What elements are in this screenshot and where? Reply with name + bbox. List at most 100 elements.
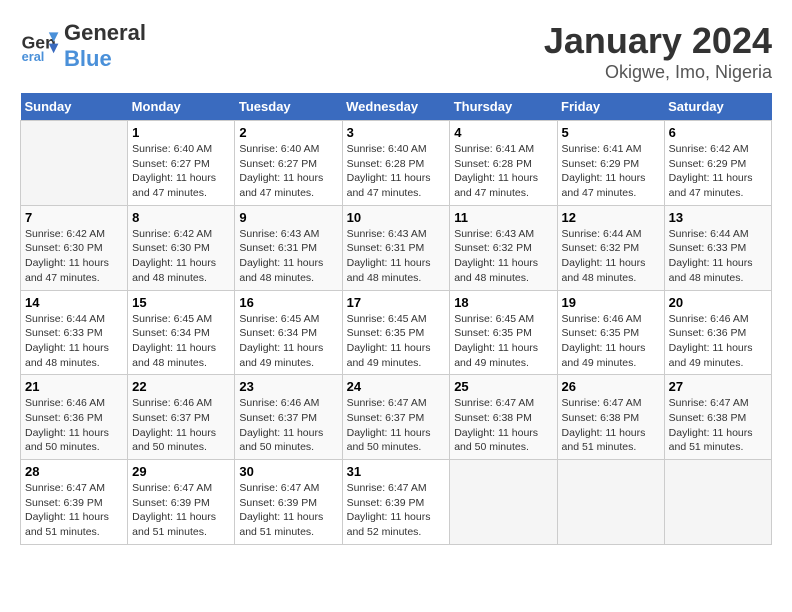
day-number: 2	[239, 125, 337, 140]
day-cell: 17 Sunrise: 6:45 AMSunset: 6:35 PMDayligh…	[342, 290, 450, 375]
calendar-header-row: SundayMondayTuesdayWednesdayThursdayFrid…	[21, 93, 772, 121]
day-number: 20	[669, 295, 767, 310]
day-cell: 15 Sunrise: 6:45 AMSunset: 6:34 PMDayligh…	[128, 290, 235, 375]
day-number: 11	[454, 210, 552, 225]
header-saturday: Saturday	[664, 93, 771, 121]
day-info: Sunrise: 6:46 AMSunset: 6:36 PMDaylight:…	[25, 396, 123, 455]
day-info: Sunrise: 6:43 AMSunset: 6:32 PMDaylight:…	[454, 227, 552, 286]
day-cell: 20Sunrise: 6:46 AMSunset: 6:36 PMDayligh…	[664, 290, 771, 375]
day-info: Sunrise: 6:40 AMSunset: 6:28 PMDaylight:…	[347, 142, 446, 201]
day-info: Sunrise: 6:46 AMSunset: 6:37 PMDaylight:…	[132, 396, 230, 455]
day-cell: 28 Sunrise: 6:47 AMSunset: 6:39 PMDayligh…	[21, 460, 128, 545]
day-number: 8	[132, 210, 230, 225]
day-number: 28	[25, 464, 123, 479]
day-number: 10	[347, 210, 446, 225]
day-info: Sunrise: 6:47 AMSunset: 6:37 PMDaylight:…	[347, 396, 446, 455]
header-thursday: Thursday	[450, 93, 557, 121]
svg-text:eral: eral	[22, 49, 45, 64]
day-info: Sunrise: 6:47 AMSunset: 6:39 PMDaylight:…	[25, 481, 123, 540]
day-cell: 18Sunrise: 6:45 AMSunset: 6:35 PMDayligh…	[450, 290, 557, 375]
day-cell: 30 Sunrise: 6:47 AMSunset: 6:39 PMDayligh…	[235, 460, 342, 545]
day-number: 14	[25, 295, 123, 310]
day-cell: 12 Sunrise: 6:44 AMSunset: 6:32 PMDayligh…	[557, 205, 664, 290]
day-cell	[664, 460, 771, 545]
day-number: 16	[239, 295, 337, 310]
day-cell: 19 Sunrise: 6:46 AMSunset: 6:35 PMDayligh…	[557, 290, 664, 375]
day-number: 15	[132, 295, 230, 310]
day-cell: 13 Sunrise: 6:44 AMSunset: 6:33 PMDayligh…	[664, 205, 771, 290]
day-cell: 11 Sunrise: 6:43 AMSunset: 6:32 PMDayligh…	[450, 205, 557, 290]
week-row-2: 7 Sunrise: 6:42 AMSunset: 6:30 PMDaylight…	[21, 205, 772, 290]
day-number: 9	[239, 210, 337, 225]
day-number: 22	[132, 379, 230, 394]
week-row-5: 28 Sunrise: 6:47 AMSunset: 6:39 PMDayligh…	[21, 460, 772, 545]
week-row-4: 21 Sunrise: 6:46 AMSunset: 6:36 PMDayligh…	[21, 375, 772, 460]
day-cell: 16 Sunrise: 6:45 AMSunset: 6:34 PMDayligh…	[235, 290, 342, 375]
day-cell: 1Sunrise: 6:40 AMSunset: 6:27 PMDaylight…	[128, 121, 235, 206]
title-area: January 2024 Okigwe, Imo, Nigeria	[544, 20, 772, 83]
day-cell: 27Sunrise: 6:47 AMSunset: 6:38 PMDayligh…	[664, 375, 771, 460]
day-info: Sunrise: 6:47 AMSunset: 6:38 PMDaylight:…	[562, 396, 660, 455]
page-title: January 2024	[544, 20, 772, 62]
day-number: 25	[454, 379, 552, 394]
day-cell: 22 Sunrise: 6:46 AMSunset: 6:37 PMDayligh…	[128, 375, 235, 460]
day-number: 4	[454, 125, 552, 140]
header-sunday: Sunday	[21, 93, 128, 121]
day-number: 21	[25, 379, 123, 394]
day-cell: 24 Sunrise: 6:47 AMSunset: 6:37 PMDayligh…	[342, 375, 450, 460]
week-row-1: 1 Sunrise: 6:40 AMSunset: 6:27 PMDaylight…	[21, 121, 772, 206]
day-number: 26	[562, 379, 660, 394]
day-number: 24	[347, 379, 446, 394]
day-info: Sunrise: 6:43 AMSunset: 6:31 PMDaylight:…	[239, 227, 337, 286]
day-info: Sunrise: 6:44 AMSunset: 6:32 PMDaylight:…	[562, 227, 660, 286]
day-info: Sunrise: 6:42 AMSunset: 6:30 PMDaylight:…	[25, 227, 123, 286]
day-info: Sunrise: 6:41 AMSunset: 6:29 PMDaylight:…	[562, 142, 660, 201]
day-info: Sunrise: 6:42 AMSunset: 6:30 PMDaylight:…	[132, 227, 230, 286]
day-cell: 3 Sunrise: 6:40 AMSunset: 6:28 PMDaylight…	[342, 121, 450, 206]
day-info: Sunrise: 6:40 AMSunset: 6:27 PMDaylight:…	[239, 142, 337, 201]
day-number: 3	[347, 125, 446, 140]
day-info: Sunrise: 6:44 AMSunset: 6:33 PMDaylight:…	[669, 227, 767, 286]
day-number: 12	[562, 210, 660, 225]
day-info: Sunrise: 6:41 AMSunset: 6:28 PMDaylight:…	[454, 142, 552, 201]
day-cell: 25 Sunrise: 6:47 AMSunset: 6:38 PMDayligh…	[450, 375, 557, 460]
logo: Gen eral General Blue	[20, 20, 146, 72]
day-number: 19	[562, 295, 660, 310]
day-cell	[557, 460, 664, 545]
day-cell: 10Sunrise: 6:43 AMSunset: 6:31 PMDayligh…	[342, 205, 450, 290]
day-info: Sunrise: 6:47 AMSunset: 6:38 PMDaylight:…	[454, 396, 552, 455]
day-cell: 9 Sunrise: 6:43 AMSunset: 6:31 PMDaylight…	[235, 205, 342, 290]
day-info: Sunrise: 6:45 AMSunset: 6:34 PMDaylight:…	[239, 312, 337, 371]
header-tuesday: Tuesday	[235, 93, 342, 121]
day-cell: 7 Sunrise: 6:42 AMSunset: 6:30 PMDaylight…	[21, 205, 128, 290]
day-number: 7	[25, 210, 123, 225]
day-info: Sunrise: 6:47 AMSunset: 6:39 PMDaylight:…	[239, 481, 337, 540]
day-info: Sunrise: 6:47 AMSunset: 6:39 PMDaylight:…	[132, 481, 230, 540]
day-cell: 5 Sunrise: 6:41 AMSunset: 6:29 PMDaylight…	[557, 121, 664, 206]
logo-icon: Gen eral	[20, 26, 60, 66]
day-info: Sunrise: 6:45 AMSunset: 6:34 PMDaylight:…	[132, 312, 230, 371]
logo-name-line2: Blue	[64, 46, 146, 72]
day-cell: 8 Sunrise: 6:42 AMSunset: 6:30 PMDaylight…	[128, 205, 235, 290]
day-cell: 29 Sunrise: 6:47 AMSunset: 6:39 PMDayligh…	[128, 460, 235, 545]
day-number: 31	[347, 464, 446, 479]
day-info: Sunrise: 6:46 AMSunset: 6:35 PMDaylight:…	[562, 312, 660, 371]
day-cell: 2 Sunrise: 6:40 AMSunset: 6:27 PMDaylight…	[235, 121, 342, 206]
week-row-3: 14 Sunrise: 6:44 AMSunset: 6:33 PMDayligh…	[21, 290, 772, 375]
day-cell: 14 Sunrise: 6:44 AMSunset: 6:33 PMDayligh…	[21, 290, 128, 375]
day-number: 29	[132, 464, 230, 479]
header-friday: Friday	[557, 93, 664, 121]
day-info: Sunrise: 6:45 AMSunset: 6:35 PMDaylight:…	[347, 312, 446, 371]
day-number: 1	[132, 125, 230, 140]
day-cell	[450, 460, 557, 545]
page-subtitle: Okigwe, Imo, Nigeria	[544, 62, 772, 83]
day-number: 27	[669, 379, 767, 394]
day-number: 30	[239, 464, 337, 479]
day-number: 5	[562, 125, 660, 140]
day-number: 6	[669, 125, 767, 140]
day-cell: 31Sunrise: 6:47 AMSunset: 6:39 PMDayligh…	[342, 460, 450, 545]
calendar-table: SundayMondayTuesdayWednesdayThursdayFrid…	[20, 93, 772, 545]
day-info: Sunrise: 6:44 AMSunset: 6:33 PMDaylight:…	[25, 312, 123, 371]
day-number: 17	[347, 295, 446, 310]
day-number: 13	[669, 210, 767, 225]
